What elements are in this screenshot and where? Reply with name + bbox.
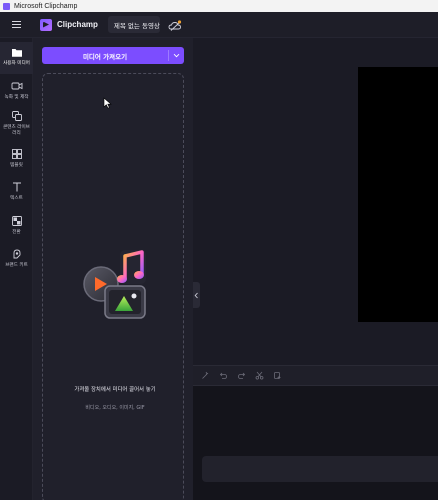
sidebar-item-label: 텍스트 [10,196,23,201]
sidebar-item-your-media[interactable]: 사용자 미디어 [0,42,33,74]
timeline-toolbar [193,365,438,386]
timeline-area[interactable] [193,386,438,500]
media-panel: 미디어 가져오기 가져올 장치에서 미디어 끌어서 놓기 비디오, 오디오, 이… [33,38,193,500]
add-media-icon[interactable] [273,371,282,380]
brand: Clipchamp [40,18,98,31]
templates-icon [11,148,23,160]
undo-icon[interactable] [219,371,228,380]
project-title: 제목 없는 동영상 [113,21,160,30]
cloud-sync-icon[interactable] [168,18,182,32]
sidebar-item-templates[interactable]: 템플릿 [0,148,33,169]
left-nav-rail: 사용자 미디어 녹화 및 제작 콘텐츠 라이브러리 템플릿 텍스트 전환 브랜드… [0,38,33,500]
magic-icon[interactable] [201,371,210,380]
window-title: Microsoft Clipchamp [14,2,78,10]
transitions-icon [11,215,23,227]
sidebar-item-label: 전환 [12,230,21,235]
drop-zone-subtitle: 비디오, 오디오, 이미지, GIF [85,405,145,411]
clipchamp-logo-icon [40,18,52,31]
window-title-bar: Microsoft Clipchamp [0,0,438,12]
app-header: Clipchamp 제목 없는 동영상 [0,12,438,38]
preview-stage [193,38,438,365]
chevron-down-icon[interactable] [169,47,184,64]
drop-zone-title: 가져올 장치에서 미디어 끌어서 놓기 [74,387,156,393]
sidebar-item-label: 브랜드 키트 [5,263,28,268]
mouse-cursor-icon [103,97,112,109]
media-drop-zone[interactable]: 가져올 장치에서 미디어 끌어서 놓기 비디오, 오디오, 이미지, GIF [42,73,184,500]
sidebar-item-label: 녹화 및 제작 [4,95,29,100]
brand-kit-icon [11,248,23,260]
media-illustration-icon [83,250,146,319]
sidebar-item-label: 템플릿 [10,163,23,168]
redo-icon[interactable] [237,371,246,380]
sidebar-item-record-create[interactable]: 녹화 및 제작 [0,80,33,101]
import-media-label: 미디어 가져오기 [82,52,128,61]
text-icon [11,181,23,193]
sidebar-item-text[interactable]: 텍스트 [0,181,33,202]
import-media-button[interactable]: 미디어 가져오기 [42,47,184,64]
chevron-left-icon [194,292,198,298]
sidebar-item-transitions[interactable]: 전환 [0,215,33,236]
project-title-field[interactable]: 제목 없는 동영상 [107,16,160,33]
split-scissors-icon[interactable] [255,371,264,380]
library-icon [11,110,23,122]
sidebar-item-label: 사용자 미디어 [3,61,30,66]
sidebar-item-content-library[interactable]: 콘텐츠 라이브러리 [0,110,33,136]
timeline-track[interactable] [202,456,438,482]
sidebar-item-brand-kit[interactable]: 브랜드 키트 [0,248,33,269]
sidebar-item-label: 콘텐츠 라이브러리 [3,125,30,136]
collapse-panel-button[interactable] [193,282,200,308]
app-icon [3,2,10,10]
menu-icon[interactable] [0,12,32,38]
video-preview[interactable] [358,67,438,322]
folder-icon [11,46,23,58]
camera-icon [11,80,23,92]
brand-name: Clipchamp [57,20,98,29]
